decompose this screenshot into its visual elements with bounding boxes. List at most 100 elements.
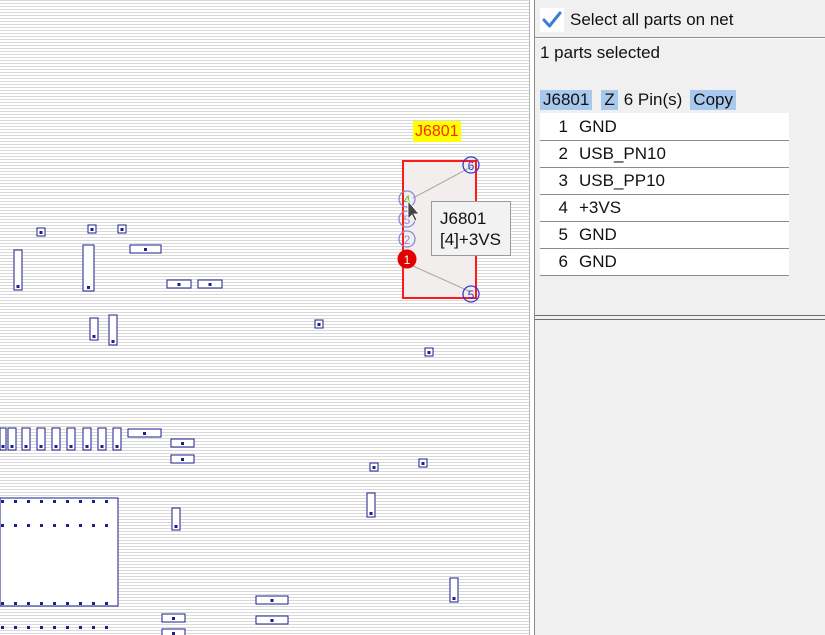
pad [100,445,104,448]
pad [40,524,43,527]
pad [92,500,95,503]
pin-tooltip: J6801 [4]+3VS [431,201,511,256]
pad [53,500,56,503]
pad [172,617,175,620]
selection-count: 1 parts selected [540,43,661,62]
pin-net: +3VS [579,198,622,217]
pad [40,500,43,503]
pad [27,602,30,605]
pin-row[interactable]: 6 GND [540,249,789,276]
pad [174,525,178,528]
pad [79,602,82,605]
pin-row[interactable]: 4 +3VS [540,195,789,222]
tooltip-pin-net: [4]+3VS [440,230,501,249]
panel-splitter-horizontal[interactable] [535,315,825,320]
pad [92,524,95,527]
pin-row[interactable]: 3 USB_PP10 [540,168,789,195]
pad [14,500,17,503]
component-footprint[interactable] [82,244,95,292]
select-all-label[interactable]: Select all parts on net [570,10,733,30]
pad [39,445,43,448]
pad [1,445,5,448]
pad [111,340,115,343]
pad [421,462,425,465]
side-panel: Select all parts on net 1 parts selected… [535,0,825,635]
pad [79,626,82,629]
pad [181,442,184,445]
pad [39,231,43,234]
pad [92,335,96,338]
pad [69,445,73,448]
pad [181,458,184,461]
part-header: J6801 Z 6 Pin(s) Copy [540,89,736,110]
pin-1-mark: 1 [404,253,411,267]
pad [369,512,373,515]
checkmark-icon [542,11,562,28]
pad [1,500,4,503]
pad [92,602,95,605]
pad [53,626,56,629]
pin-list: 1 GND 2 USB_PN10 3 USB_PP10 4 +3VS 5 GND 6 GND [540,113,789,276]
part-name[interactable]: J6801 [540,89,593,110]
board-canvas[interactable]: 6 4 5 2 1 5 J6801 J6801 [4]+3VS [0,0,529,635]
pad [87,286,90,289]
pad [105,524,108,527]
pad [115,445,119,448]
pad [27,500,30,503]
pad [66,602,69,605]
pin-row[interactable]: 5 GND [540,222,789,249]
pad [27,626,30,629]
pad [40,602,43,605]
pad [208,283,212,286]
pad [79,500,82,503]
divider [535,37,825,39]
pad [270,599,274,602]
pin-5b-mark: 5 [468,288,475,302]
pad [90,228,94,231]
select-all-checkbox[interactable] [540,8,564,32]
pad [53,602,56,605]
pad [105,602,108,605]
tooltip-part: J6801 [440,209,487,228]
select-all-row[interactable]: Select all parts on net [540,8,733,32]
pad [40,626,43,629]
pin-number: 2 [558,144,568,163]
pad [92,626,95,629]
pad [14,602,17,605]
pad [27,524,30,527]
pad [66,626,69,629]
pin-number: 6 [558,252,568,271]
pad [66,524,69,527]
copy-button[interactable]: Copy [690,89,736,110]
part-label-j6801[interactable]: J6801 [413,121,461,142]
pin-row[interactable]: 1 GND [540,114,789,141]
pad [66,500,69,503]
pad [270,619,274,622]
part-side[interactable]: Z [601,89,618,110]
pad [105,500,108,503]
pad [14,524,17,527]
pin-net: GND [579,225,617,244]
pad [452,597,456,600]
component-footprint[interactable] [0,497,119,607]
pad [24,445,28,448]
pin-number: 3 [558,171,568,190]
pad [1,602,4,605]
pad [177,283,181,286]
board-drawing[interactable]: 6 4 5 2 1 5 [0,0,529,635]
pad [143,432,146,435]
pin-net: USB_PP10 [579,171,665,190]
pad [1,524,4,527]
pad [54,445,58,448]
pad [427,351,431,354]
pin-row[interactable]: 2 USB_PN10 [540,141,789,168]
pin-net: USB_PN10 [579,144,666,163]
pad [14,626,17,629]
pin-number: 4 [558,198,568,217]
pin-2-mark: 2 [404,233,411,247]
pin-net: GND [579,117,617,136]
pin-count: 6 Pin(s) [623,89,683,109]
pad [105,626,108,629]
pad [16,285,20,288]
component-footprint[interactable] [13,249,23,291]
